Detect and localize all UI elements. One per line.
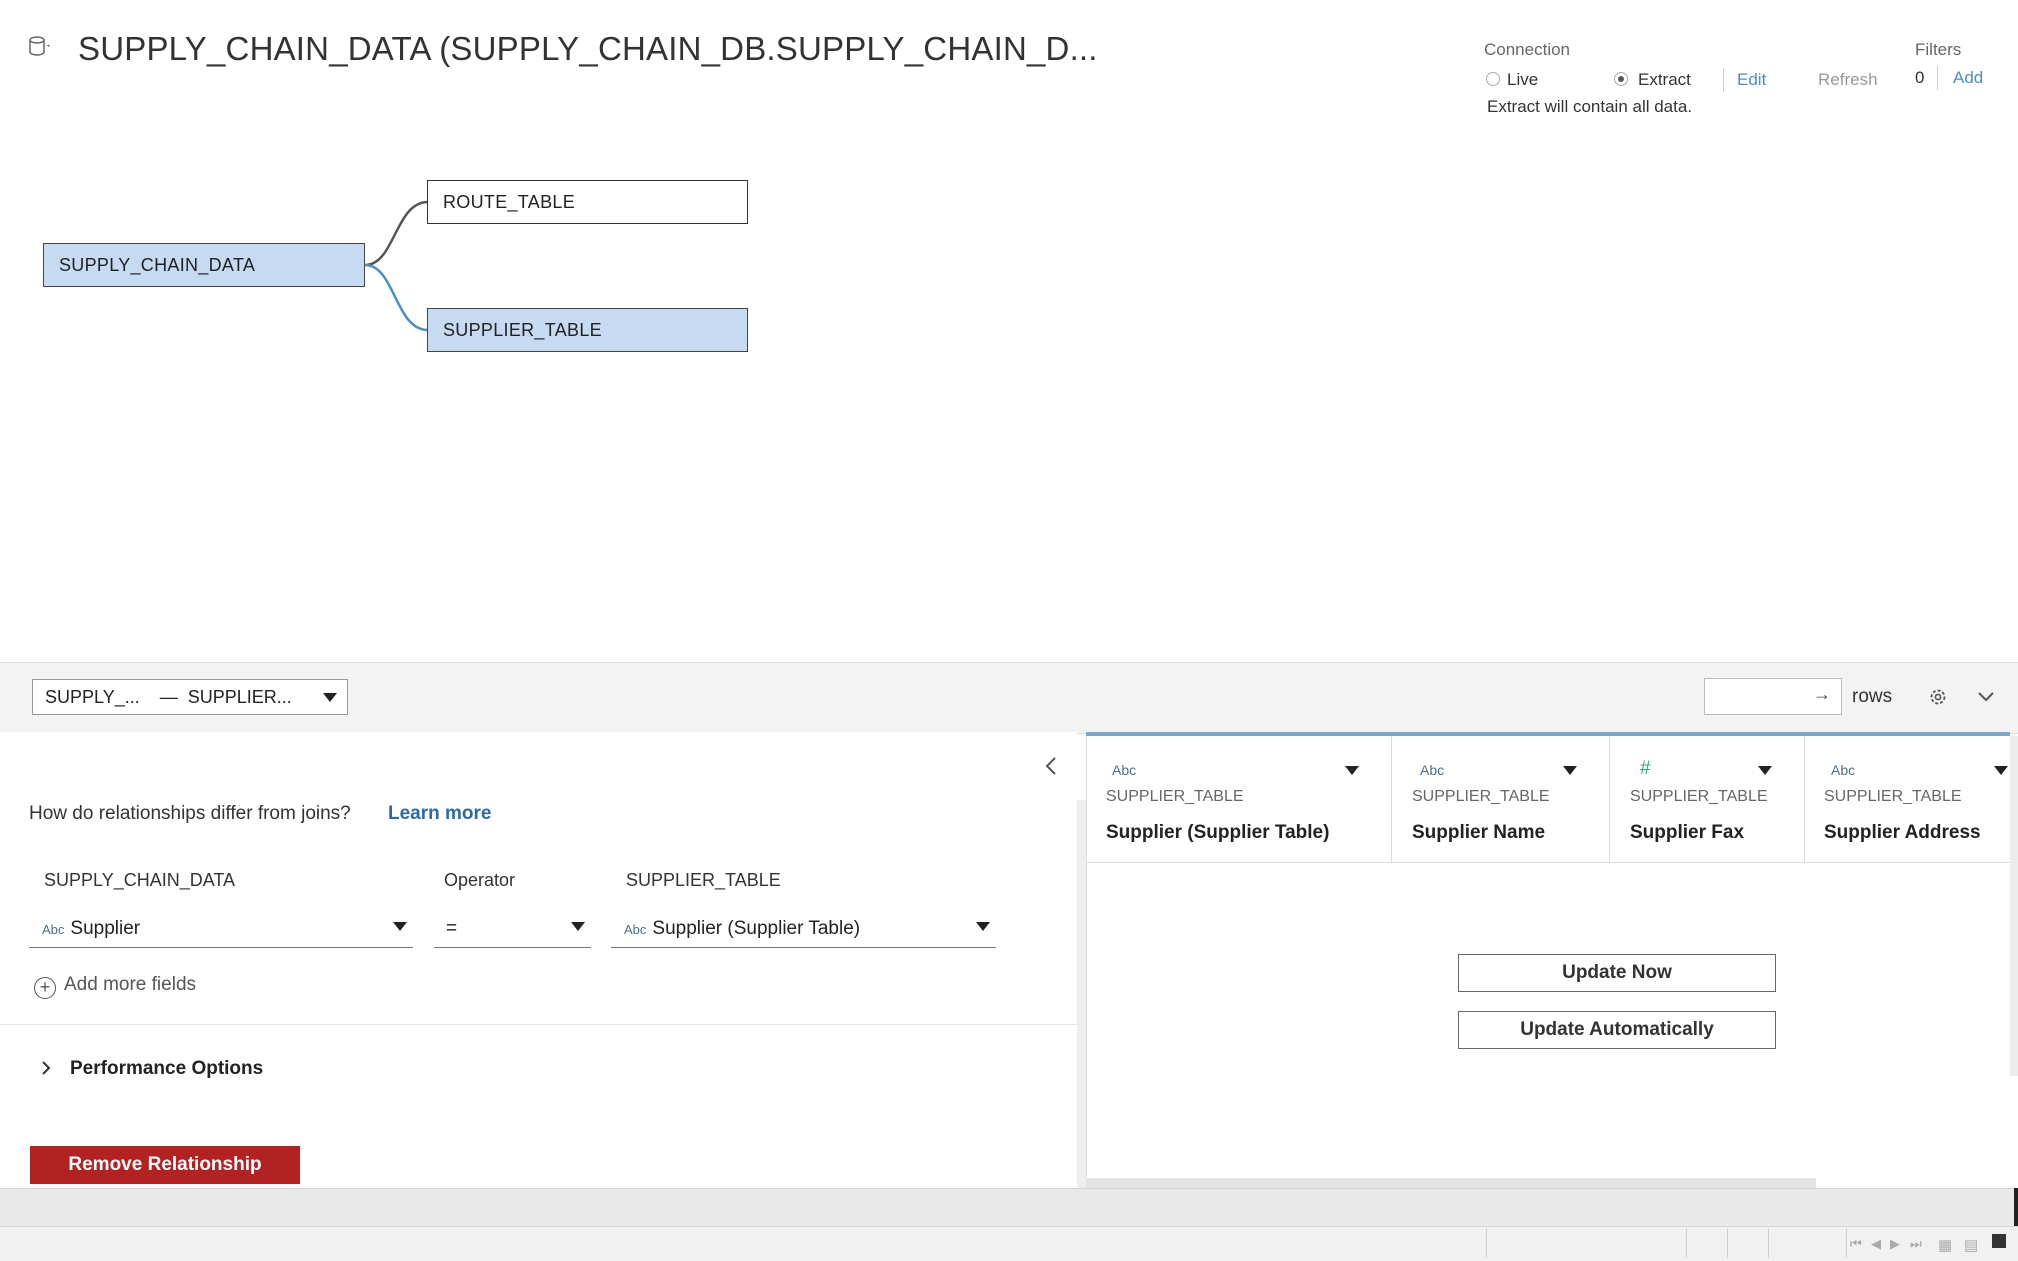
learn-more-link[interactable]: Learn more: [388, 803, 491, 825]
column-header[interactable]: Abc SUPPLIER_TABLE Supplier (Supplier Ta…: [1086, 736, 1392, 862]
list-view-icon[interactable]: ▤: [1964, 1236, 1978, 1254]
next-page-icon[interactable]: ▶: [1890, 1236, 1900, 1252]
relationship-select-label: SUPPLY_... — SUPPLIER...: [45, 687, 292, 707]
right-field-select[interactable]: Abc Supplier (Supplier Table): [611, 906, 996, 948]
performance-options-toggle[interactable]: Performance Options: [40, 1058, 263, 1080]
footer-separator: [1727, 1228, 1728, 1258]
footer-separator: [1846, 1228, 1847, 1258]
add-more-fields-button[interactable]: + Add more fields: [34, 974, 196, 999]
table-supplier[interactable]: SUPPLIER_TABLE: [427, 308, 748, 352]
chevron-down-icon: [976, 922, 990, 931]
left-field-value: Supplier: [70, 918, 141, 939]
column-source: SUPPLIER_TABLE: [1824, 788, 1962, 805]
operator-header: Operator: [444, 870, 516, 890]
table-supply-chain-data[interactable]: SUPPLY_CHAIN_DATA: [43, 243, 365, 287]
arrow-right-icon[interactable]: →: [1813, 684, 1831, 705]
string-type-icon: Abc: [624, 922, 647, 937]
chevron-down-icon: [323, 693, 337, 702]
collapse-left-icon[interactable]: [1044, 756, 1058, 776]
chevron-down-icon: [571, 922, 585, 931]
chevron-down-icon[interactable]: [1758, 766, 1772, 775]
chevron-down-icon[interactable]: [1977, 690, 1995, 704]
noodle-supplier[interactable]: [364, 263, 429, 332]
add-more-label: Add more fields: [64, 974, 197, 995]
string-type-icon: Abc: [42, 922, 65, 937]
performance-options-label: Performance Options: [70, 1058, 264, 1079]
column-header[interactable]: # SUPPLIER_TABLE Supplier Fax: [1610, 736, 1805, 862]
chevron-right-icon: [42, 1061, 51, 1075]
plus-circle-icon: +: [34, 977, 56, 999]
chevron-down-icon[interactable]: [1994, 766, 2008, 775]
grid-view-icon[interactable]: ▦: [1938, 1236, 1952, 1254]
update-now-button[interactable]: Update Now: [1458, 954, 1776, 992]
footer-separator: [1768, 1228, 1769, 1258]
footer-bar: [0, 1226, 2018, 1261]
operator-select[interactable]: =: [434, 906, 591, 948]
column-source: SUPPLIER_TABLE: [1630, 788, 1768, 805]
column-source: SUPPLIER_TABLE: [1106, 788, 1244, 805]
relationship-select[interactable]: SUPPLY_... — SUPPLIER...: [32, 679, 348, 715]
update-automatically-button[interactable]: Update Automatically: [1458, 1011, 1776, 1049]
column-name: Supplier Address: [1824, 822, 1981, 843]
rows-input[interactable]: →: [1704, 678, 1842, 715]
relationships-question: How do relationships differ from joins?: [29, 803, 351, 824]
operator-value: =: [446, 918, 458, 939]
last-page-icon[interactable]: ⏭: [1910, 1236, 1922, 1252]
chevron-down-icon[interactable]: [1345, 766, 1359, 775]
grid-vertical-scrollbar[interactable]: [2010, 736, 2018, 1076]
relationship-noodles: [364, 200, 429, 332]
previous-page-icon[interactable]: ◀: [1871, 1236, 1881, 1252]
status-bar: [0, 1188, 2018, 1227]
column-name: Supplier Name: [1412, 822, 1546, 843]
grid-header-divider: [1086, 862, 2010, 863]
fit-view-icon[interactable]: [1992, 1234, 2006, 1248]
left-panel-scrollbar[interactable]: [1077, 800, 1086, 1188]
table-route[interactable]: ROUTE_TABLE: [427, 180, 748, 224]
right-field-value: Supplier (Supplier Table): [652, 918, 861, 939]
divider: [0, 1024, 1077, 1025]
left-table-header: SUPPLY_CHAIN_DATA: [44, 870, 236, 890]
chevron-down-icon[interactable]: [1563, 766, 1577, 775]
footer-separator: [1686, 1228, 1687, 1258]
footer-separator: [1486, 1228, 1487, 1258]
column-source: SUPPLIER_TABLE: [1412, 788, 1550, 805]
relationship-panel: [0, 732, 1077, 1188]
remove-relationship-button[interactable]: Remove Relationship: [30, 1146, 300, 1184]
left-field-select[interactable]: Abc Supplier: [29, 906, 413, 948]
string-type-icon: Abc: [1420, 762, 1445, 778]
right-table-header: SUPPLIER_TABLE: [626, 870, 781, 890]
column-name: Supplier (Supplier Table): [1106, 822, 1330, 843]
noodle-route[interactable]: [364, 200, 429, 267]
column-header[interactable]: Abc SUPPLIER_TABLE Supplier Name: [1392, 736, 1610, 862]
column-header[interactable]: Abc SUPPLIER_TABLE Supplier Address: [1805, 736, 2010, 862]
number-type-icon: #: [1640, 758, 1651, 779]
string-type-icon: Abc: [1831, 762, 1856, 778]
grid-horizontal-scrollbar[interactable]: [1086, 1178, 1816, 1188]
string-type-icon: Abc: [1112, 762, 1137, 778]
rows-label: rows: [1852, 686, 1893, 707]
gear-icon[interactable]: [1927, 686, 1949, 708]
first-page-icon[interactable]: ⏮: [1850, 1236, 1862, 1252]
status-bar-edge: [2014, 1188, 2018, 1226]
chevron-down-icon: [393, 922, 407, 931]
column-name: Supplier Fax: [1630, 822, 1745, 843]
